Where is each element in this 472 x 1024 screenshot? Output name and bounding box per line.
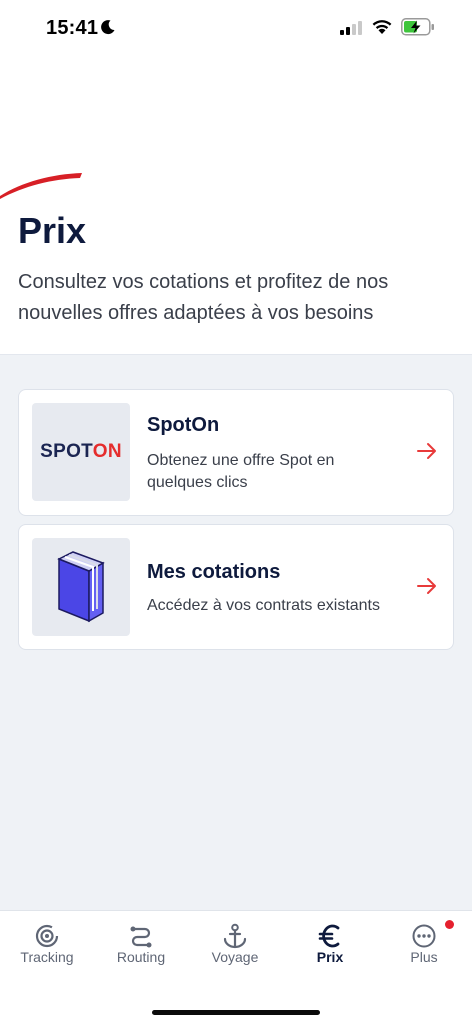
tab-label: Routing	[116, 949, 166, 965]
bottom-tab-bar: Tracking Routing Voyage Prix Plus	[0, 910, 472, 1024]
tab-label: Plus	[410, 949, 438, 965]
card-description: Accédez à vos contrats existants	[147, 597, 380, 614]
page-title: Prix	[18, 210, 87, 251]
brand-swoosh-graphic	[0, 173, 82, 199]
notification-dot	[445, 920, 454, 929]
anchor-icon	[223, 923, 247, 949]
spoton-logo-thumbnail: SPOTON	[32, 403, 130, 501]
spoton-logo: SPOTON	[40, 441, 122, 462]
mes-cotations-card[interactable]: Mes cotations Accédez à vos contrats exi…	[18, 524, 454, 650]
tab-prix[interactable]: Prix	[283, 911, 377, 981]
more-icon	[412, 924, 436, 948]
signal-icon	[340, 21, 362, 35]
moon-icon	[101, 20, 115, 35]
tab-tracking[interactable]: Tracking	[0, 911, 94, 981]
tracking-icon	[35, 924, 59, 948]
arrow-right-icon	[417, 578, 436, 594]
card-description: Obtenez une offre Spot en quelques clics	[147, 452, 335, 491]
battery-charging-icon	[401, 18, 434, 36]
page-header-area: 15:41 Prix Consultez vos cotations et pr…	[0, 0, 472, 355]
tab-label: Tracking	[20, 949, 74, 965]
tab-plus[interactable]: Plus	[377, 911, 471, 981]
euro-icon	[318, 924, 340, 948]
tab-voyage[interactable]: Voyage	[188, 911, 282, 981]
spoton-card[interactable]: SPOTON SpotOn Obtenez une offre Spot en …	[18, 389, 454, 516]
arrow-right-icon	[417, 443, 436, 459]
tab-label: Voyage	[211, 949, 259, 965]
tab-label: Prix	[316, 949, 344, 965]
routing-icon	[130, 926, 152, 948]
status-bar: 15:41	[0, 0, 472, 56]
tab-routing[interactable]: Routing	[94, 911, 188, 981]
page-subtitle: Consultez vos cotations et profitez de n…	[18, 271, 389, 324]
wifi-icon	[372, 20, 392, 34]
card-title: Mes cotations	[147, 561, 281, 583]
cotations-thumbnail	[32, 538, 130, 636]
home-indicator[interactable]	[152, 1010, 320, 1015]
binder-icon	[57, 551, 105, 623]
card-title: SpotOn	[147, 414, 220, 436]
status-time: 15:41	[46, 17, 99, 39]
